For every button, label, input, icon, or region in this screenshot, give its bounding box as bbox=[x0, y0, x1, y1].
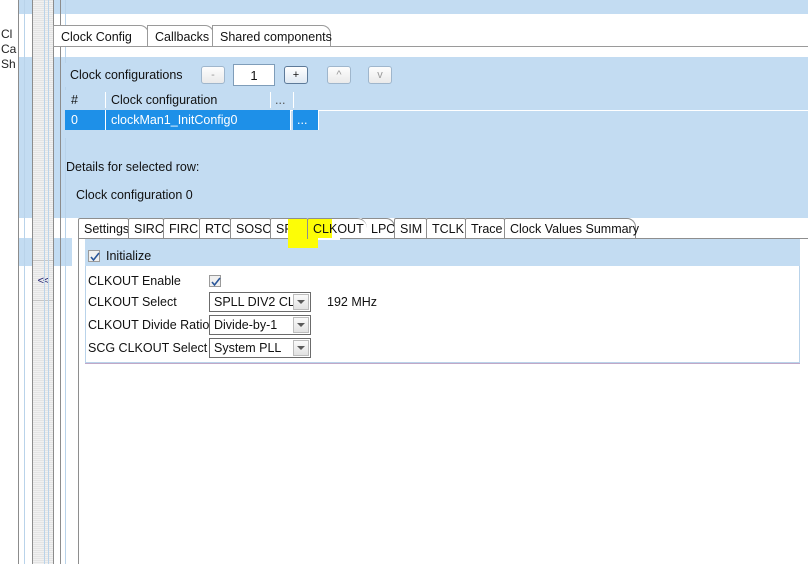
clkout-divide-ratio-value: Divide-by-1 bbox=[214, 318, 278, 332]
tab-rtc[interactable]: RTC bbox=[199, 218, 231, 239]
splitter-line-5 bbox=[44, 0, 45, 564]
table-header-more[interactable]: ... bbox=[275, 93, 285, 107]
outer-tab-bar-underline bbox=[53, 46, 808, 47]
clkout-select-value: SPLL DIV2 CLK bbox=[214, 295, 304, 309]
clkout-enable-checkbox[interactable] bbox=[209, 275, 221, 287]
clkout-select-dropdown[interactable]: SPLL DIV2 CLK bbox=[209, 292, 311, 312]
row-sep-2 bbox=[290, 110, 291, 130]
remove-configuration-button[interactable]: - bbox=[201, 66, 225, 84]
table-header-row: # Clock configuration ... bbox=[65, 90, 808, 111]
tab-sim-label: SIM bbox=[400, 222, 423, 236]
splitter-line-7 bbox=[60, 0, 61, 564]
checkmark-icon bbox=[211, 277, 221, 287]
outer-tab-bar: Clock Config Callbacks Shared components bbox=[53, 25, 808, 47]
clipped-tab-strip: Cl Ca Sh bbox=[0, 0, 18, 564]
rail-divider-bottom bbox=[33, 300, 53, 301]
clipped-tab-fragment-0[interactable]: Cl bbox=[1, 27, 12, 41]
tab-tclk-label: TCLK bbox=[432, 222, 464, 236]
row-more-cell[interactable]: ... bbox=[297, 113, 307, 127]
add-configuration-button[interactable]: + bbox=[284, 66, 308, 84]
clock-configurations-table: # Clock configuration ... 0 clockMan1_In… bbox=[65, 90, 808, 138]
initialize-checkbox[interactable] bbox=[88, 250, 100, 262]
outer-tab-clock-config-label: Clock Config bbox=[61, 29, 132, 44]
configuration-count-input[interactable]: 1 bbox=[233, 64, 275, 86]
band-top bbox=[0, 0, 808, 14]
scg-clkout-select-dropdown[interactable]: System PLL bbox=[209, 338, 311, 358]
table-header-name[interactable]: Clock configuration bbox=[111, 93, 217, 107]
table-row[interactable]: 0 clockMan1_InitConfig0 ... bbox=[65, 110, 808, 130]
chevron-down-icon[interactable] bbox=[293, 340, 309, 356]
clkout-panel-bottom-rule bbox=[85, 363, 800, 364]
chevron-down-icon[interactable] bbox=[293, 294, 309, 310]
checkmark-icon bbox=[90, 252, 100, 262]
tab-settings-label: Settings bbox=[84, 222, 130, 236]
clock-configurations-title: Clock configurations bbox=[70, 68, 183, 82]
clkout-divide-ratio-label: CLKOUT Divide Ratio bbox=[88, 318, 210, 332]
tab-sosc[interactable]: SOSC bbox=[230, 218, 271, 239]
tab-clock-values-summary-label: Clock Values Summary bbox=[510, 222, 639, 236]
splitter-line-4 bbox=[24, 0, 25, 564]
chevron-down-icon[interactable] bbox=[293, 317, 309, 333]
header-sep-2 bbox=[270, 92, 271, 108]
clkout-tab-highlight-underflow bbox=[288, 238, 318, 248]
tab-trace-label: Trace bbox=[471, 222, 503, 236]
tab-clkout[interactable]: CLKOUT bbox=[307, 218, 367, 239]
inner-tab-bar: Settings SIRC FIRC RTC SOSC SPLL CLKOUT … bbox=[78, 218, 808, 239]
tab-sim[interactable]: SIM bbox=[394, 218, 427, 239]
outer-tab-shared-components[interactable]: Shared components bbox=[212, 25, 332, 47]
outer-tab-content-area bbox=[53, 47, 808, 57]
tab-firc[interactable]: FIRC bbox=[163, 218, 200, 239]
splitter-line-6 bbox=[48, 0, 49, 564]
tab-sirc-label: SIRC bbox=[134, 222, 164, 236]
scg-clkout-select-label: SCG CLKOUT Select bbox=[88, 341, 208, 355]
outer-tab-clock-config[interactable]: Clock Config bbox=[53, 25, 149, 47]
rail-divider-top bbox=[33, 260, 53, 261]
collapse-panel-button[interactable]: << bbox=[33, 272, 53, 290]
tab-lpo-label: LPO bbox=[371, 222, 397, 236]
clock-configuration-panel-title: Clock configuration 0 bbox=[76, 188, 193, 202]
details-for-selected-row-label: Details for selected row: bbox=[66, 160, 200, 174]
clkout-enable-label: CLKOUT Enable bbox=[88, 274, 181, 288]
tab-sosc-label: SOSC bbox=[236, 222, 272, 236]
clock-configuration-panel-header: Clock configuration 0 bbox=[70, 185, 808, 205]
tab-trace[interactable]: Trace bbox=[465, 218, 505, 239]
row-sep-1 bbox=[105, 110, 106, 130]
clock-configurations-header: Clock configurations bbox=[65, 63, 808, 87]
clipped-tab-fragment-1[interactable]: Ca bbox=[1, 42, 16, 56]
table-empty-area bbox=[65, 130, 808, 138]
table-header-index[interactable]: # bbox=[71, 93, 78, 107]
tab-clkout-label: CLKOUT bbox=[313, 222, 364, 236]
outer-tab-callbacks-label: Callbacks bbox=[155, 29, 210, 44]
splitter-line-1 bbox=[18, 0, 19, 564]
scg-clkout-select-value: System PLL bbox=[214, 341, 282, 355]
header-sep-1 bbox=[105, 92, 106, 108]
tab-tclk[interactable]: TCLK bbox=[426, 218, 466, 239]
row-sep-3 bbox=[318, 110, 319, 130]
move-up-button[interactable]: ^ bbox=[327, 66, 351, 84]
clipped-tab-fragment-2[interactable]: Sh bbox=[1, 57, 16, 71]
splitter-line-3 bbox=[53, 0, 54, 564]
clkout-select-label: CLKOUT Select bbox=[88, 295, 177, 309]
tab-sirc[interactable]: SIRC bbox=[128, 218, 164, 239]
tab-settings[interactable]: Settings bbox=[78, 218, 129, 239]
clkout-select-frequency: 192 MHz bbox=[327, 295, 378, 309]
outer-tab-shared-components-label: Shared components bbox=[220, 29, 332, 44]
header-sep-3 bbox=[293, 92, 294, 108]
initialize-row: Initialize bbox=[85, 246, 800, 266]
move-down-button[interactable]: v bbox=[368, 66, 392, 84]
row-name-cell: clockMan1_InitConfig0 bbox=[111, 113, 238, 127]
outer-tab-callbacks[interactable]: Callbacks bbox=[147, 25, 214, 47]
tab-clock-values-summary[interactable]: Clock Values Summary bbox=[504, 218, 639, 239]
tab-rtc-label: RTC bbox=[205, 222, 231, 236]
clkout-divide-ratio-dropdown[interactable]: Divide-by-1 bbox=[209, 315, 311, 335]
initialize-label: Initialize bbox=[106, 249, 152, 263]
row-index-cell: 0 bbox=[71, 113, 78, 127]
tab-firc-label: FIRC bbox=[169, 222, 199, 236]
